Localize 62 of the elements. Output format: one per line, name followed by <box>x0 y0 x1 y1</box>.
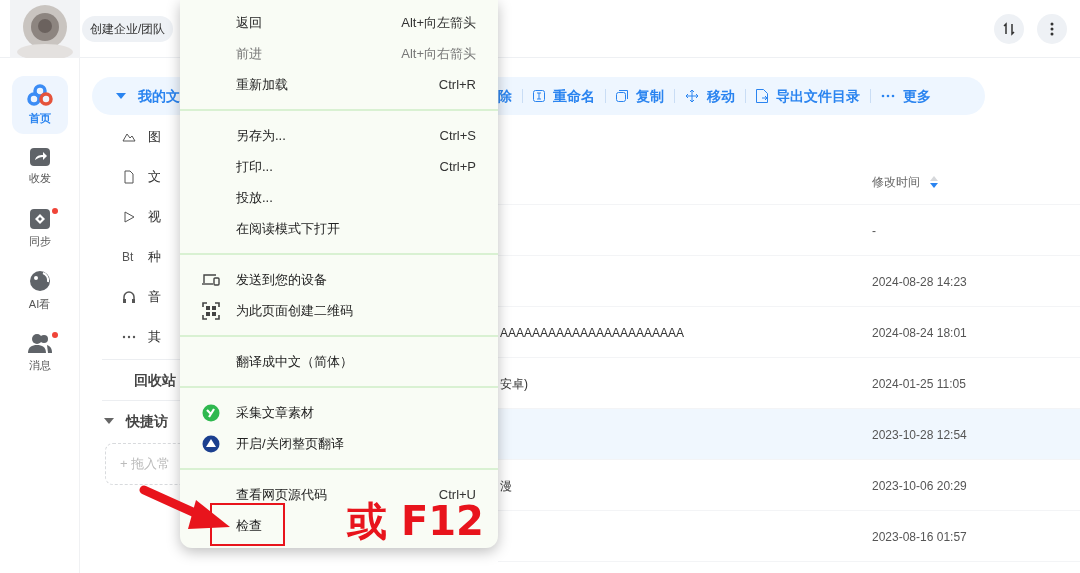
bt-icon: Bt <box>122 248 136 266</box>
document-icon <box>122 170 136 184</box>
headphones-icon <box>122 290 136 304</box>
table-cell: 2024-08-24 18:01 <box>872 326 967 340</box>
copy-icon <box>616 90 628 102</box>
nav-item[interactable]: 消息 <box>11 324 68 382</box>
menu-item[interactable]: 采集文章素材 <box>236 397 314 428</box>
table-cell: AAAAAAAAAAAAAAAAAAAAAAA <box>500 326 685 340</box>
table-row[interactable]: 漫 2023-10-06 20:29 <box>498 460 1080 511</box>
menu-item[interactable]: 打印... Ctrl+P <box>236 151 476 182</box>
menu-item[interactable]: 返回 Alt+向左箭头 <box>236 7 476 38</box>
callout-text: 或 F12 <box>347 498 484 545</box>
menu-item[interactable]: 重新加载 Ctrl+R <box>236 69 476 100</box>
cloud-rings-icon <box>26 83 53 106</box>
table-cell: 2023-10-06 20:29 <box>872 479 967 493</box>
sort-icon <box>1002 21 1016 36</box>
more-icon <box>1050 21 1054 36</box>
menu-item[interactable]: 在阅读模式下打开 <box>236 213 340 244</box>
menu-item[interactable]: 发送到您的设备 <box>236 264 327 295</box>
table-row[interactable]: 2023-10-28 12:54 <box>498 409 1080 460</box>
sidebar-item[interactable]: 回收站 <box>134 369 176 391</box>
sidebar-item[interactable]: 视 <box>148 207 161 227</box>
nav-item[interactable]: AI看 <box>11 262 68 320</box>
table-cell: 2023-10-28 12:54 <box>872 428 967 442</box>
sidebar-item[interactable]: 快捷访 <box>126 410 168 432</box>
move-icon <box>685 89 699 103</box>
export-icon <box>756 89 768 103</box>
menu-item[interactable]: 另存为... Ctrl+S <box>236 120 476 151</box>
sidebar-item[interactable]: 音 <box>148 287 161 307</box>
table-cell: 安卓) <box>500 377 528 391</box>
devices-icon <box>202 273 220 286</box>
sort-button[interactable] <box>994 13 1024 44</box>
table-cell: 漫 <box>500 479 512 493</box>
triangle-badge-icon <box>202 434 220 453</box>
menu-item[interactable]: 投放... <box>236 182 273 213</box>
table-row[interactable]: 2023-08-16 01:57 <box>498 511 1080 562</box>
qr-code-icon <box>202 301 220 320</box>
menu-item[interactable]: 检查 <box>236 510 262 541</box>
sidebar-item[interactable]: 图 <box>148 127 161 147</box>
sidebar-item[interactable]: 种 <box>148 247 161 267</box>
table-cell: 2024-01-25 11:05 <box>872 377 966 391</box>
menu-item[interactable]: 为此页面创建二维码 <box>236 295 353 326</box>
nav-item[interactable]: 同步 <box>11 200 68 258</box>
rename-icon <box>533 90 545 102</box>
menu-item[interactable]: 翻译成中文（简体） <box>236 346 353 377</box>
more-icon <box>881 94 895 98</box>
table-cell: - <box>872 224 876 238</box>
check-badge-icon <box>202 403 220 422</box>
play-icon <box>122 210 136 224</box>
team-button[interactable]: 创建企业/团队 <box>82 15 174 42</box>
column-header[interactable]: 修改时间 <box>872 173 920 191</box>
sidebar-item[interactable]: 文 <box>148 167 161 187</box>
table-row[interactable]: AAAAAAAAAAAAAAAAAAAAAAA 2024-08-24 18:01 <box>498 307 1080 358</box>
sort-icon <box>930 176 938 188</box>
menu-item[interactable]: 开启/关闭整页翻译 <box>236 428 344 459</box>
table-cell: 2024-08-28 14:23 <box>872 275 967 289</box>
people-icon <box>27 332 52 353</box>
table-row[interactable]: - <box>498 205 1080 256</box>
table-cell: 2023-08-16 01:57 <box>872 530 967 544</box>
sidebar-item[interactable]: 其 <box>148 327 161 347</box>
nav-item[interactable]: 收发 <box>11 138 68 196</box>
table-row[interactable]: 2024-08-28 14:23 <box>498 256 1080 307</box>
